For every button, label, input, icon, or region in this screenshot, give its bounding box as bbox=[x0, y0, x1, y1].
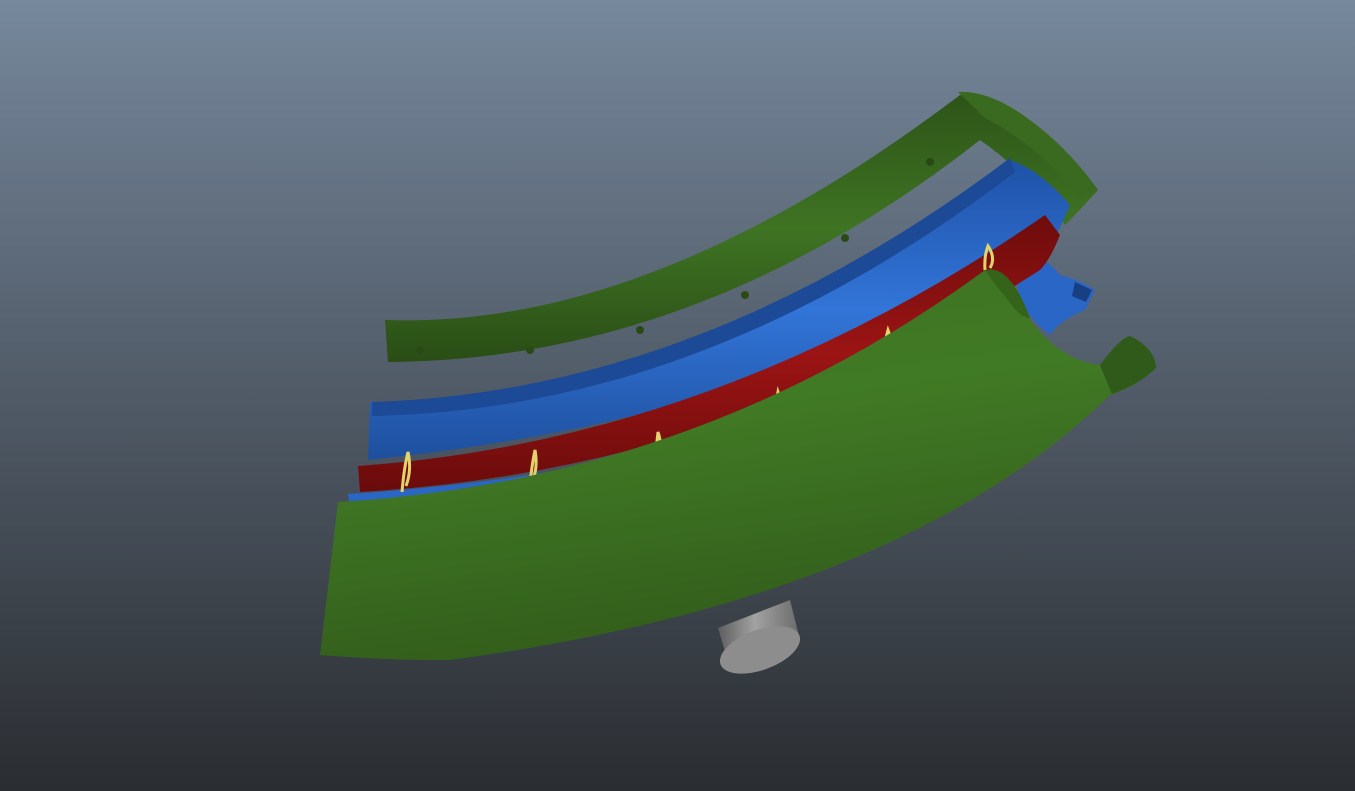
support-pipe[interactable] bbox=[714, 600, 807, 683]
3d-viewport[interactable] bbox=[0, 0, 1355, 791]
curved-pipe-model[interactable] bbox=[0, 0, 1355, 791]
